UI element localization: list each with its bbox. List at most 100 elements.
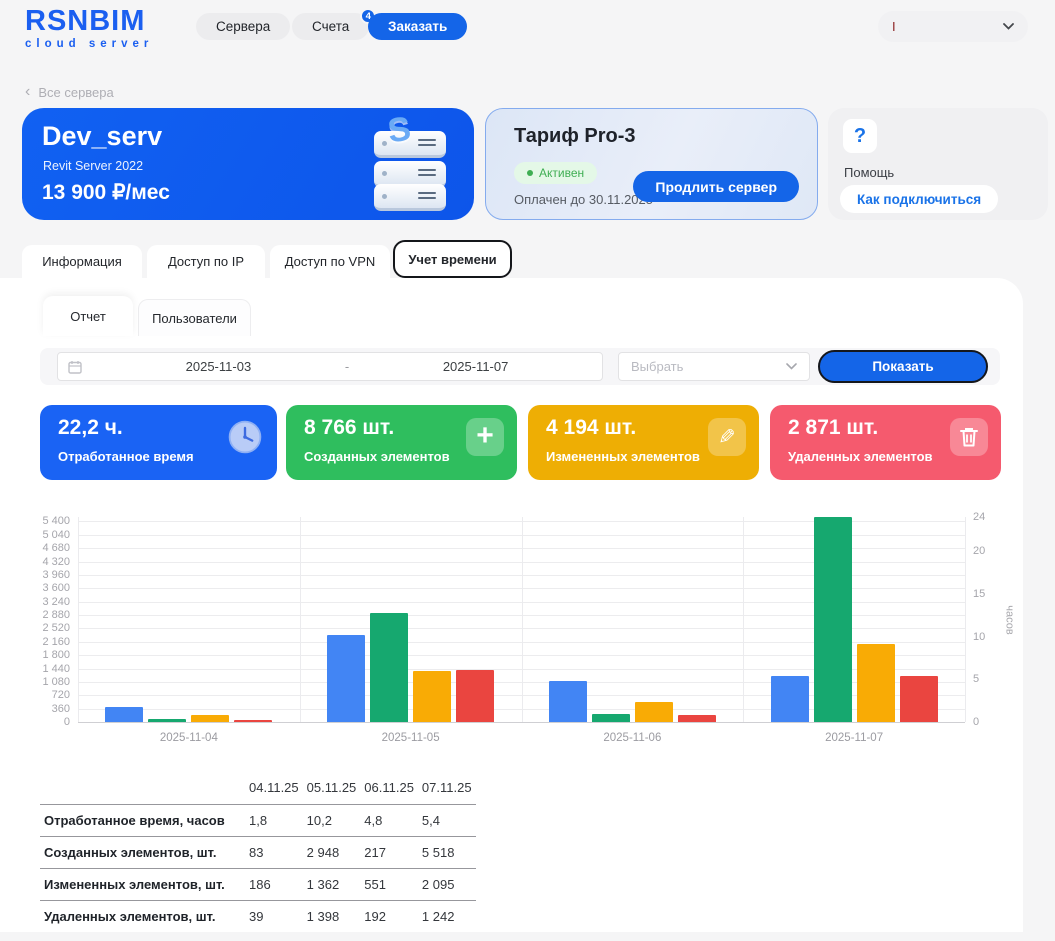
table-cell: 1 242 — [418, 900, 476, 932]
bar-2025-11-06-series-2[interactable] — [635, 702, 673, 722]
gridline — [965, 517, 966, 722]
user-select-dropdown[interactable]: Выбрать — [618, 352, 810, 381]
y-axis-tick-right: 0 — [973, 716, 1003, 728]
x-axis-label: 2025-11-06 — [552, 732, 712, 744]
y-axis-tick-left: 5 040 — [4, 529, 70, 541]
server-card: Dev_serv Revit Server 2022 13 900 ₽/мес … — [22, 108, 474, 220]
row-label: Измененных элементов, шт. — [40, 868, 245, 900]
date-range-input[interactable]: 2025-11-03 - 2025-11-07 — [57, 352, 603, 381]
tabs-row: ИнформацияДоступ по IPДоступ по VPNУчет … — [0, 240, 1055, 278]
bar-2025-11-05-series-1[interactable] — [370, 613, 408, 722]
status-label: Активен — [539, 166, 584, 180]
tariff-card: Тариф Pro-3 Активен Оплачен до 30.11.202… — [485, 108, 818, 220]
x-axis-label: 2025-11-07 — [774, 732, 934, 744]
tab-1[interactable]: Доступ по IP — [147, 245, 265, 278]
table-cell: 5 518 — [418, 836, 476, 868]
y-axis-tick-right: 24 — [973, 511, 1003, 523]
breadcrumb[interactable]: ‹ Все сервера — [25, 84, 114, 100]
subtab-0[interactable]: Отчет — [43, 296, 133, 336]
table-row: Удаленных элементов, шт.391 3981921 242 — [40, 900, 476, 932]
server-subtitle: Revit Server 2022 — [43, 159, 143, 173]
bar-2025-11-07-series-3[interactable] — [900, 676, 938, 722]
bar-2025-11-06-series-0[interactable] — [549, 681, 587, 722]
bar-2025-11-06-series-1[interactable] — [592, 714, 630, 722]
tab-3[interactable]: Учет времени — [393, 240, 512, 278]
table-cell: 1 398 — [303, 900, 361, 932]
y-axis-tick-left: 1 440 — [4, 663, 70, 675]
trash-icon — [950, 418, 988, 456]
table-cell: 1 362 — [303, 868, 361, 900]
table-cell: 2 095 — [418, 868, 476, 900]
bar-2025-11-07-series-0[interactable] — [771, 676, 809, 722]
logo[interactable]: RSNBIM cloud server — [25, 7, 153, 50]
y-axis-tick-left: 360 — [4, 703, 70, 715]
tab-0[interactable]: Информация — [22, 245, 142, 278]
bar-2025-11-06-series-3[interactable] — [678, 715, 716, 722]
subtab-1[interactable]: Пользователи — [138, 299, 251, 336]
x-axis-label: 2025-11-05 — [331, 732, 491, 744]
gridline — [300, 517, 301, 722]
y-axis-tick-left: 3 960 — [4, 569, 70, 581]
y-axis-tick-right: 10 — [973, 631, 1003, 643]
bar-2025-11-07-series-1[interactable] — [814, 517, 852, 722]
y-axis-tick-right: 20 — [973, 545, 1003, 557]
y-axis-tick-left: 2 880 — [4, 609, 70, 621]
stat-value: 8 766 шт. — [304, 416, 394, 440]
stat-value: 4 194 шт. — [546, 416, 636, 440]
table-cell: 217 — [360, 836, 418, 868]
filter-bar: 2025-11-03 - 2025-11-07 Выбрать Показать — [40, 348, 1000, 385]
bar-2025-11-04-series-0[interactable] — [105, 707, 143, 722]
breadcrumb-label: Все сервера — [38, 85, 113, 100]
y-axis-tick-left: 3 600 — [4, 582, 70, 594]
stat-label: Удаленных элементов — [788, 449, 933, 464]
x-axis-label: 2025-11-04 — [109, 732, 269, 744]
plus-icon: + — [466, 418, 504, 456]
table-row: Отработанное время, часов1,810,24,85,4 — [40, 804, 476, 836]
y-axis-tick-left: 2 160 — [4, 636, 70, 648]
question-mark-icon: ? — [843, 119, 877, 153]
bar-2025-11-04-series-1[interactable] — [148, 719, 186, 722]
gridline — [522, 517, 523, 722]
y-axis-title: часов — [1004, 605, 1016, 634]
table-cell: 186 — [245, 868, 303, 900]
bar-2025-11-07-series-2[interactable] — [857, 644, 895, 722]
extend-server-button[interactable]: Продлить сервер — [633, 171, 799, 202]
server-name: Dev_serv — [42, 121, 162, 152]
row-label: Созданных элементов, шт. — [40, 836, 245, 868]
pencil-icon: ✎ — [708, 418, 746, 456]
y-axis-tick-left: 4 680 — [4, 542, 70, 554]
table-cell: 192 — [360, 900, 418, 932]
gridline — [78, 722, 965, 723]
account-select[interactable]: I — [878, 11, 1028, 42]
bar-2025-11-04-series-3[interactable] — [234, 720, 272, 722]
stat-card-deleted: 2 871 шт. Удаленных элементов — [770, 405, 1001, 480]
nav-order-button[interactable]: Заказать — [368, 13, 467, 40]
table-column-header: 05.11.25 — [303, 772, 361, 804]
table-cell: 83 — [245, 836, 303, 868]
table-cell: 39 — [245, 900, 303, 932]
table-column-header: 06.11.25 — [360, 772, 418, 804]
date-to-value[interactable]: 2025-11-07 — [349, 359, 602, 374]
bar-2025-11-05-series-3[interactable] — [456, 670, 494, 722]
table-corner-cell — [40, 772, 245, 804]
bar-2025-11-04-series-2[interactable] — [191, 715, 229, 722]
bar-2025-11-05-series-2[interactable] — [413, 671, 451, 722]
bar-chart: 03607201 0801 4401 8002 1602 5202 8803 2… — [0, 503, 1023, 755]
y-axis-tick-left: 4 320 — [4, 556, 70, 568]
gridline — [78, 517, 79, 722]
show-button[interactable]: Показать — [818, 350, 988, 383]
stat-card-created: 8 766 шт. Созданных элементов + — [286, 405, 517, 480]
nav-bills-button[interactable]: Счета 4 — [292, 13, 369, 40]
tab-2[interactable]: Доступ по VPN — [270, 245, 390, 278]
nav-servers-button[interactable]: Сервера — [196, 13, 290, 40]
bar-2025-11-05-series-0[interactable] — [327, 635, 365, 722]
date-from-value[interactable]: 2025-11-03 — [92, 359, 345, 374]
select-placeholder: Выбрать — [631, 359, 786, 374]
logo-title: RSNBIM — [25, 7, 153, 36]
help-card: ? Помощь Как подключиться — [828, 108, 1048, 220]
server-stack-icon: S — [364, 117, 456, 211]
stat-card-modified: 4 194 шт. Измененных элементов ✎ — [528, 405, 759, 480]
how-to-connect-link[interactable]: Как подключиться — [840, 185, 998, 213]
table-column-header: 07.11.25 — [418, 772, 476, 804]
stat-value: 22,2 ч. — [58, 416, 123, 440]
